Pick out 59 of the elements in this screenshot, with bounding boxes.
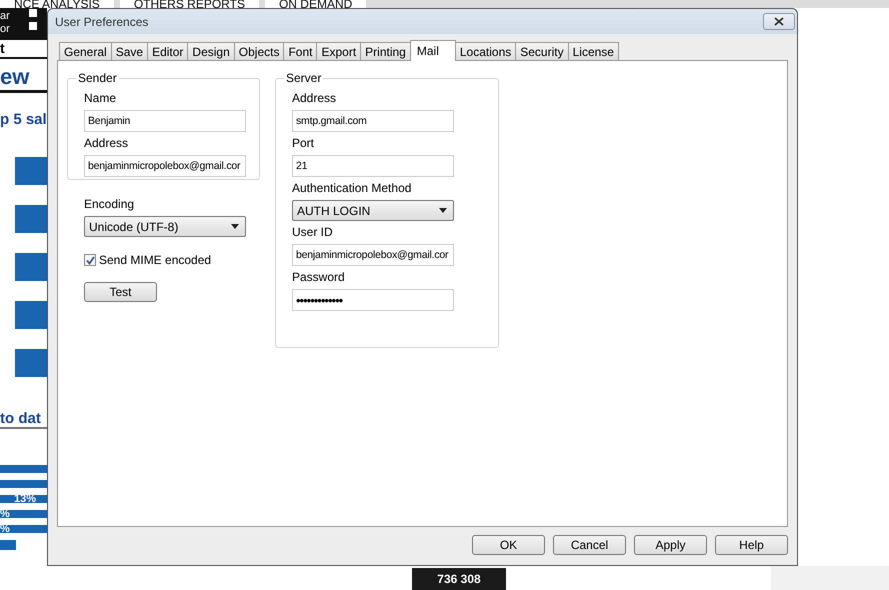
dialog-button[interactable]: Apply bbox=[634, 535, 707, 555]
field-label: Name bbox=[84, 91, 118, 105]
tab[interactable]: Design bbox=[187, 42, 235, 60]
tab[interactable]: Save bbox=[110, 42, 148, 60]
field-label: Address bbox=[292, 91, 338, 105]
input-field[interactable]: Benjamin bbox=[84, 110, 246, 132]
tab[interactable]: License bbox=[568, 42, 619, 60]
bar-shape bbox=[15, 205, 47, 233]
field-label: Authentication Method bbox=[292, 181, 412, 195]
tab[interactable]: Printing bbox=[360, 42, 411, 60]
bar-shape bbox=[0, 480, 47, 488]
close-button[interactable] bbox=[763, 13, 795, 30]
bar-shape bbox=[15, 301, 47, 329]
group-title: Sender bbox=[77, 71, 118, 85]
tab[interactable]: Locations bbox=[454, 42, 516, 60]
checkbox-label: Send MIME encoded bbox=[99, 253, 212, 267]
tab[interactable]: General bbox=[59, 42, 112, 60]
input-field[interactable]: benjaminmicropolebox@gmail.cor bbox=[292, 244, 454, 266]
bar-shape bbox=[0, 465, 47, 473]
tab[interactable]: Export bbox=[316, 42, 362, 60]
option-label: ar bbox=[0, 10, 10, 22]
caret-icon bbox=[439, 208, 447, 213]
input-field[interactable]: benjaminmicropolebox@gmail.cor bbox=[84, 155, 246, 177]
caret-icon bbox=[231, 224, 239, 229]
field-label: Encoding bbox=[84, 197, 136, 211]
input-field[interactable]: smtp.gmail.com bbox=[292, 110, 454, 132]
dropdown[interactable]: AUTH LOGIN bbox=[292, 200, 454, 221]
section-title: p 5 sal bbox=[0, 111, 47, 128]
field-label: User ID bbox=[292, 225, 334, 239]
password-field[interactable]: ••••••••••••• bbox=[292, 289, 454, 311]
dialog-button[interactable]: OK bbox=[472, 535, 545, 555]
input-field[interactable]: 21 bbox=[292, 155, 454, 177]
bar-shape bbox=[0, 525, 47, 533]
bar-shape bbox=[15, 349, 47, 377]
dropdown[interactable]: Unicode (UTF-8) bbox=[84, 216, 246, 237]
test-button[interactable]: Test bbox=[84, 282, 157, 302]
tab[interactable]: Objects bbox=[234, 42, 284, 60]
tab[interactable]: Editor bbox=[147, 42, 188, 60]
bar-shape bbox=[0, 540, 16, 550]
tab[interactable]: Mail bbox=[410, 40, 456, 61]
bar-shape bbox=[15, 157, 47, 185]
field-label: Port bbox=[292, 136, 316, 150]
bar-shape bbox=[15, 253, 47, 281]
group-title: Server bbox=[285, 71, 322, 85]
dialog-button[interactable]: Help bbox=[715, 535, 788, 555]
checkbox[interactable] bbox=[29, 9, 37, 17]
bar-shape bbox=[0, 495, 47, 503]
tab[interactable]: Font bbox=[283, 42, 318, 60]
tab[interactable]: Security bbox=[515, 42, 569, 60]
close-icon bbox=[774, 17, 784, 26]
dialog-button[interactable]: Cancel bbox=[553, 535, 626, 555]
checkbox[interactable] bbox=[84, 254, 96, 266]
window-title: User Preferences bbox=[55, 14, 148, 28]
field-label: Address bbox=[84, 136, 130, 150]
checkbox[interactable] bbox=[29, 22, 37, 30]
total-value: 736 308 bbox=[412, 568, 506, 590]
bar-shape bbox=[0, 510, 47, 518]
option-label: or bbox=[0, 23, 10, 35]
field-label: Password bbox=[292, 270, 346, 284]
